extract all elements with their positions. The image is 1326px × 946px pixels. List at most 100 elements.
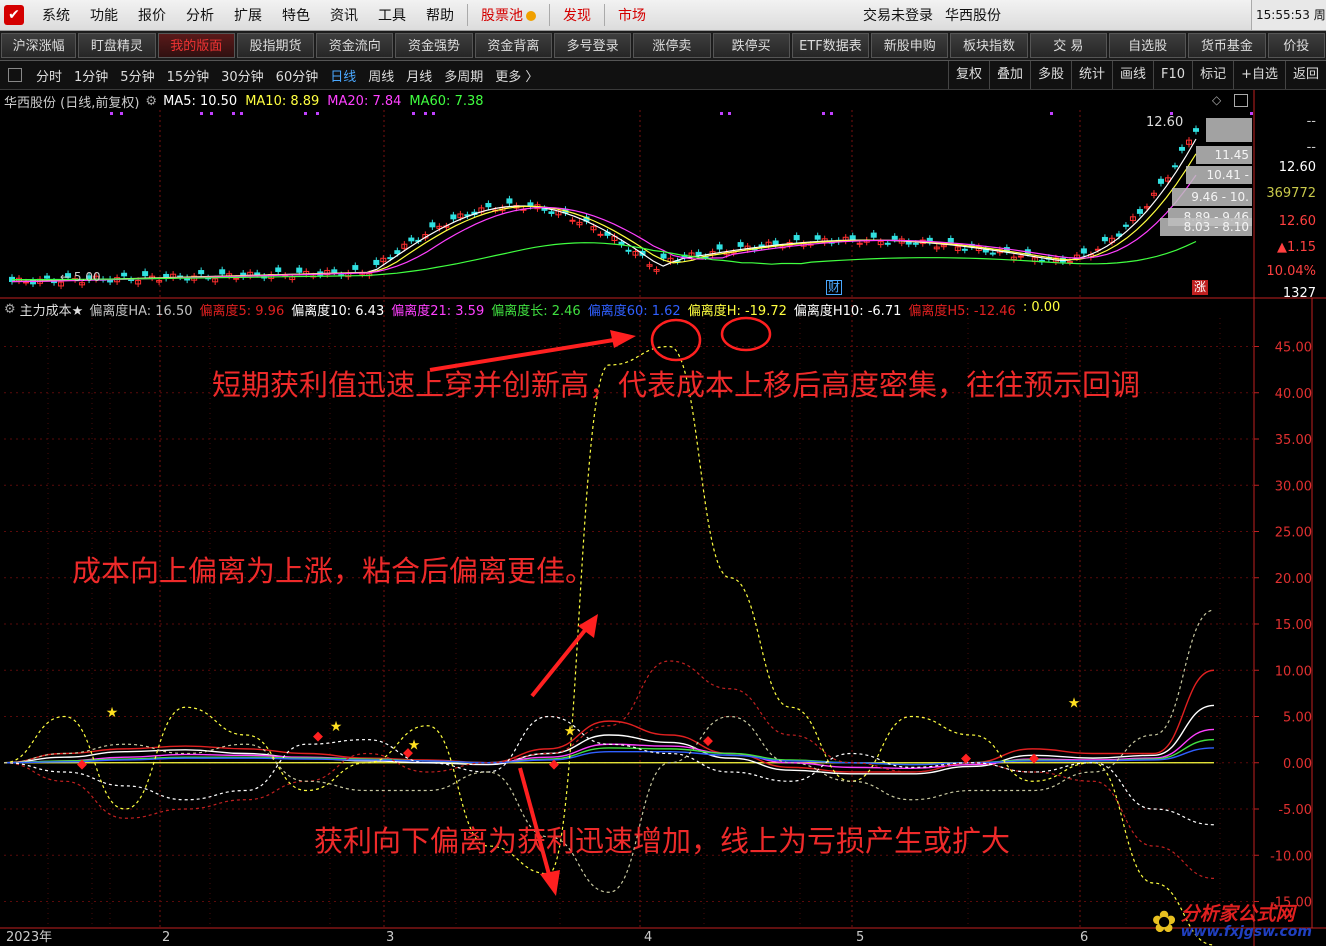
stock-title: 华西股份 (日线,前复权) [4,96,140,111]
toolbar-button-5[interactable]: 资金强势 [395,33,473,58]
period-tab-10[interactable]: 更多 〉 [489,66,544,85]
toolbar-button-1[interactable]: 盯盘精灵 [78,33,156,58]
price-panel-title: 华西股份 (日线,前复权) ⚙ MA5: 10.50 MA10: 8.89 MA20… [4,92,484,111]
toolbar-button-15[interactable]: 货币基金 [1188,33,1266,58]
ytick-label-4: 25.00 [1275,526,1312,541]
candle-body-71 [506,198,513,204]
indicator-label-3: 偏离度21: 3.59 [391,304,485,319]
period-tab-1[interactable]: 1分钟 [68,66,114,85]
window-icon[interactable] [1234,94,1248,107]
period-tab-9[interactable]: 多周期 [438,66,489,85]
toolbar-button-11[interactable]: 新股申购 [871,33,949,58]
candle-body-80 [569,219,576,222]
candle-body-115 [814,235,821,240]
toolbar-button-10[interactable]: ETF数据表 [791,33,870,58]
menu-item-5[interactable]: 特色 [272,5,320,25]
menu-item-6[interactable]: 资讯 [320,5,368,25]
diamond-icon[interactable]: ◇ [1212,93,1221,107]
period-tab-3[interactable]: 15分钟 [161,66,216,85]
watermark-name: 分析家公式网 [1180,903,1295,925]
candle-body-27 [198,270,205,275]
period-tool-6[interactable]: 标记 [1192,61,1233,89]
period-tab-0[interactable]: 分时 [30,66,68,85]
menu-item-8[interactable]: 帮助 [416,5,464,25]
period-tool-3[interactable]: 统计 [1071,61,1112,89]
indicator-label-7: 偏离度H10: -6.71 [793,304,902,319]
ytick-label-9: 0.00 [1283,757,1312,772]
event-dot-4 [232,112,235,115]
event-dot-1 [120,112,123,115]
menu-divider [467,4,468,26]
highlight-circle-1 [650,318,702,362]
settings-icon[interactable]: ⚙ [145,94,157,109]
menu-item-3[interactable]: 分析 [176,5,224,25]
candle-body-166 [1171,165,1178,168]
xaxis-label-2: 3 [386,930,394,945]
period-tab-5[interactable]: 60分钟 [270,66,325,85]
high-price-marker: 12.60 [1146,115,1184,130]
candle-body-52 [373,259,380,265]
toolbar-button-16[interactable]: 价投 [1267,33,1325,58]
ytick-label-6: 15.00 [1275,618,1312,633]
toolbar-button-3[interactable]: 股指期货 [236,33,315,58]
annotation-top: 短期获利值迅速上穿并创新高，代表成本上移后高度密集，往往预示回调 [212,368,1141,402]
candle-body-2 [23,281,30,284]
toolbar-button-0[interactable]: 沪深涨幅 [1,33,77,58]
toolbar-button-12[interactable]: 板块指数 [950,33,1028,58]
flower-logo-icon: ✿ [1151,904,1177,940]
candle-body-164 [1157,178,1164,184]
menu-highlight-1[interactable]: 发现 [553,5,601,25]
period-tab-6[interactable]: 日线 [324,66,362,85]
event-dot-17 [1250,112,1253,115]
arrow-down-head-icon [540,870,560,896]
menu-item-1[interactable]: 功能 [80,5,128,25]
period-tool-4[interactable]: 画线 [1112,61,1153,89]
period-tab-7[interactable]: 周线 [362,66,400,85]
period-tool-7[interactable]: +自选 [1233,61,1285,89]
menu-item-4[interactable]: 扩展 [224,5,272,25]
period-tool-8[interactable]: 返回 [1284,61,1326,89]
period-tool-1[interactable]: 叠加 [988,61,1030,89]
login-status[interactable]: 交易未登录 [863,5,945,25]
period-tab-4[interactable]: 30分钟 [215,66,270,85]
toolbar-button-6[interactable]: 资金背离 [474,33,552,58]
menu-item-7[interactable]: 工具 [368,5,416,25]
period-tab-2[interactable]: 5分钟 [114,66,160,85]
alert-dot-icon [526,11,536,21]
indicator-title-bar: ⚙ 主力成本★ 偏离度HA: 16.50 偏离度5: 9.96 偏离度10: 6.4… [4,300,1060,319]
toolbar-button-13[interactable]: 交 易 [1029,33,1107,58]
period-tool-5[interactable]: F10 [1153,61,1192,89]
menu-highlight-0[interactable]: 股票池 [471,5,546,25]
indicator-settings-icon[interactable]: ⚙ [4,302,16,317]
candle-body-156 [1101,236,1108,242]
menu-item-0[interactable]: 系统 [32,5,80,25]
event-dot-6 [304,112,307,115]
ytick-label-11: -10.00 [1270,849,1312,864]
candle-body-84 [597,233,604,236]
toolbar-button-2[interactable]: 我的版面 [157,33,235,58]
candle-body-120 [849,235,856,240]
indicator-label-4: 偏离度长: 2.46 [491,304,581,319]
side-value-0: -- [1306,114,1316,129]
candle-body-93 [660,253,667,259]
limit-up-badge[interactable]: 涨 [1192,280,1209,295]
period-tool-2[interactable]: 多股 [1029,61,1071,89]
chart-area[interactable]: 45.00 40.00 35.00 30.00 25.00 20.00 15.00 10.00… [0,90,1326,946]
toolbar-button-14[interactable]: 自选股 [1108,33,1187,58]
ma-line-2 [12,174,1197,283]
toolbar-button-7[interactable]: 多号登录 [553,33,632,58]
toolbar-button-8[interactable]: 涨停卖 [633,33,711,58]
panel-toggle-icon[interactable] [8,68,22,82]
menu-item-2[interactable]: 报价 [128,5,176,25]
candle-body-153 [1080,248,1087,254]
ma-label-0: MA5: 10.50 [163,94,238,109]
broker-name: 华西股份 [945,8,1001,24]
highlight-circle-2 [720,316,772,352]
period-tool-0[interactable]: 复权 [947,61,989,89]
menu-highlight-2[interactable]: 市场 [608,5,656,25]
finance-badge[interactable]: 财 [826,280,843,295]
toolbar-button-9[interactable]: 跌停买 [712,33,790,58]
period-tab-8[interactable]: 月线 [400,66,438,85]
toolbar-button-4[interactable]: 资金流向 [316,33,394,58]
event-dot-3 [210,112,213,115]
